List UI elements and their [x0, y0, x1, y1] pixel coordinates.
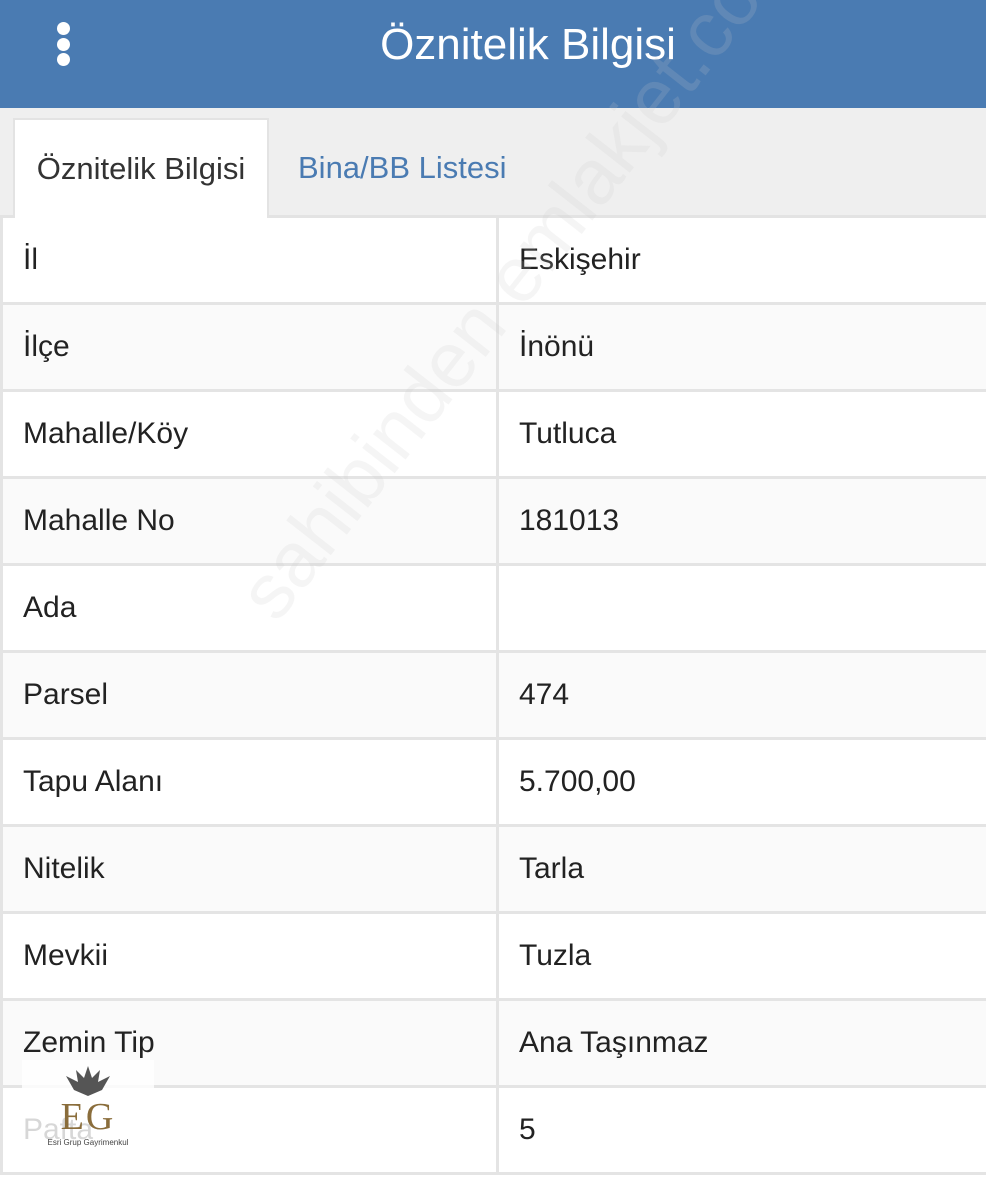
table-row: Parsel 474 [0, 653, 986, 740]
row-value: Ana Taşınmaz [519, 1026, 709, 1059]
page-title: Öznitelik Bilgisi [380, 20, 676, 69]
row-label: Tapu Alanı [3, 740, 499, 824]
table-row: Zemin Tip Ana Taşınmaz [0, 1001, 986, 1088]
row-value: Tutluca [519, 417, 617, 450]
row-label: İl [3, 218, 499, 302]
row-value: Tuzla [519, 939, 592, 972]
table-row: Mevkii Tuzla [0, 914, 986, 1001]
row-label: Mahalle/Köy [3, 392, 499, 476]
row-value: 181013 [519, 504, 620, 537]
table-row: Mahalle/Köy Tutluca [0, 392, 986, 479]
row-label: Zemin Tip [3, 1001, 499, 1085]
row-label: Parsel [3, 653, 499, 737]
row-label: Pafta [3, 1088, 499, 1172]
row-value: İnönü [519, 330, 595, 363]
row-value: 474 [519, 678, 570, 711]
row-label: Mevkii [3, 914, 499, 998]
table-row: İl Eskişehir [0, 218, 986, 305]
table-row: İlçe İnönü [0, 305, 986, 392]
tab-bar: Öznitelik Bilgisi Bina/BB Listesi [0, 108, 986, 218]
row-label: Nitelik [3, 827, 499, 911]
row-value [499, 566, 986, 650]
app-header: Öznitelik Bilgisi [0, 0, 986, 108]
row-value: Tarla [519, 852, 585, 885]
attribute-table: İl Eskişehir İlçe İnönü Mahalle/Köy Tutl… [0, 218, 986, 1175]
table-row: Ada [0, 566, 986, 653]
tab-bina-bb-listesi[interactable]: Bina/BB Listesi [298, 118, 507, 218]
row-label: Ada [3, 566, 499, 650]
table-row: Nitelik Tarla [0, 827, 986, 914]
table-row: Tapu Alanı 5.700,00 [0, 740, 986, 827]
row-value: 5 [519, 1113, 536, 1146]
row-value: Eskişehir [519, 243, 641, 276]
tab-oznitelik-bilgisi[interactable]: Öznitelik Bilgisi [13, 118, 269, 218]
row-label: Mahalle No [3, 479, 499, 563]
row-label: İlçe [3, 305, 499, 389]
table-row: Pafta 5 [0, 1088, 986, 1175]
row-value: 5.700,00 [519, 765, 636, 798]
table-row: Mahalle No 181013 [0, 479, 986, 566]
